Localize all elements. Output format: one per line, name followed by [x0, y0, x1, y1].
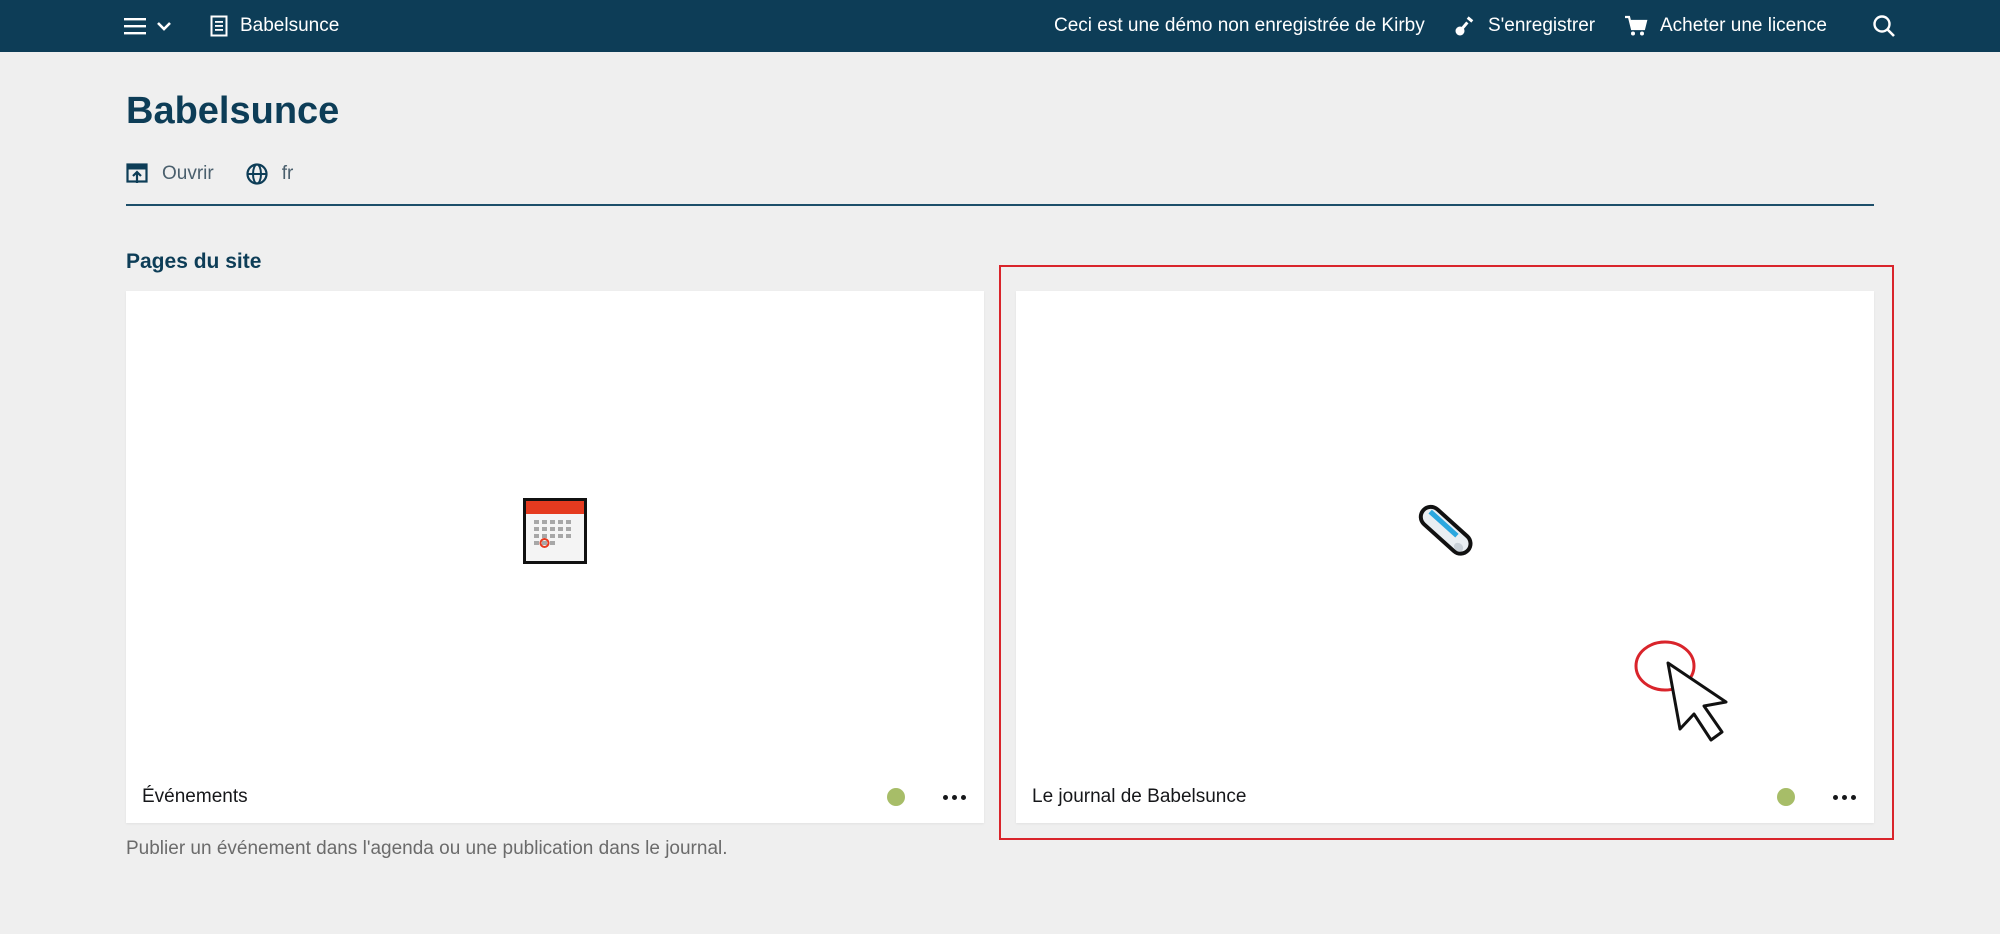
- crayon-icon: [1418, 504, 1473, 556]
- dot-icon: [1833, 794, 1838, 800]
- register-label: S'enregistrer: [1488, 15, 1596, 36]
- header-actions: Ouvrir fr: [126, 160, 293, 188]
- section-label: Pages du site: [126, 250, 262, 273]
- page-card-evenements[interactable]: Événements: [126, 291, 984, 823]
- topbar: Babelsunce Ceci est une démo non enregis…: [0, 0, 2000, 52]
- site-link[interactable]: Babelsunce: [210, 0, 339, 52]
- card-footer: Le journal de Babelsunce: [1016, 771, 1874, 823]
- language-label: fr: [281, 163, 294, 184]
- page-title: Babelsunce: [126, 90, 340, 132]
- search-icon: [1873, 15, 1895, 37]
- menu-toggle-button[interactable]: [124, 0, 172, 52]
- language-button[interactable]: fr: [246, 163, 294, 185]
- buy-license-button[interactable]: Acheter une licence: [1624, 0, 1827, 52]
- dot-icon: [961, 794, 966, 800]
- card-figure: [1016, 291, 1874, 771]
- calendar-icon: [523, 498, 587, 564]
- open-icon: [126, 163, 148, 183]
- search-button[interactable]: [1872, 0, 1896, 52]
- card-figure: [126, 291, 984, 771]
- open-button[interactable]: Ouvrir: [126, 163, 214, 185]
- site-title: Babelsunce: [240, 15, 340, 36]
- page-icon: [210, 15, 228, 37]
- dot-icon: [943, 794, 948, 800]
- cart-icon: [1625, 15, 1648, 36]
- card-label: Le journal de Babelsunce: [1032, 786, 1247, 807]
- page-card-journal[interactable]: Le journal de Babelsunce: [1016, 291, 1874, 823]
- key-icon: [1455, 16, 1474, 36]
- options-button[interactable]: [941, 787, 968, 807]
- status-dot[interactable]: [1777, 788, 1795, 806]
- options-button[interactable]: [1831, 787, 1858, 807]
- chevron-down-icon: [157, 22, 171, 31]
- open-label: Ouvrir: [162, 163, 214, 184]
- status-dot[interactable]: [887, 788, 905, 806]
- card-label: Événements: [142, 786, 248, 807]
- dot-icon: [1851, 794, 1856, 800]
- section-help: Publier un événement dans l'agenda ou un…: [126, 838, 728, 859]
- header-divider: [126, 204, 1874, 206]
- demo-notice: Ceci est une démo non enregistrée de Kir…: [1054, 15, 1425, 36]
- dot-icon: [952, 794, 957, 800]
- dot-icon: [1842, 794, 1847, 800]
- card-footer: Événements: [126, 771, 984, 823]
- buy-license-label: Acheter une licence: [1660, 15, 1827, 36]
- globe-icon: [246, 163, 268, 185]
- hamburger-icon: [124, 18, 146, 35]
- register-button[interactable]: S'enregistrer: [1454, 0, 1595, 52]
